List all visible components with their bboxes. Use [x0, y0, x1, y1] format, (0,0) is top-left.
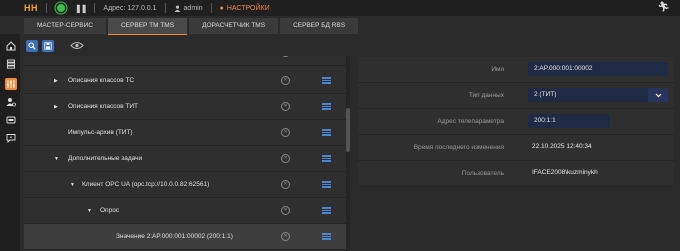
address-text: Адрес: 127.0.0.1 — [103, 4, 157, 12]
data-type-label: Тип данных — [468, 92, 504, 99]
user-name: admin — [183, 4, 203, 12]
tree-scrollbar[interactable] — [346, 56, 350, 251]
user-icon — [174, 4, 180, 12]
properties-panel: Имя 2:AP.000:001:00002 Тип данных 2 (ТИТ… — [358, 57, 674, 187]
name-label: Имя — [491, 66, 504, 73]
tree-row-label: Значение 2:AP.000:001:00002 (200:1:1) — [116, 233, 233, 240]
delete-icon[interactable]: ✕ — [281, 76, 290, 85]
left-sidebar — [0, 34, 20, 251]
menu-icon[interactable] — [322, 180, 331, 189]
tree-row[interactable]: Назначение ТИТ по устройству ✕ — [24, 56, 346, 66]
save-icon — [44, 42, 52, 50]
divider — [210, 3, 212, 13]
app-logo: HH — [24, 3, 38, 13]
property-row-name: Имя 2:AP.000:001:00002 — [358, 57, 674, 83]
tree-row[interactable]: ▶ Описания классов ТС ✕ — [24, 68, 346, 94]
chat-icon[interactable] — [5, 132, 17, 144]
tree-row[interactable]: ▼ Дополнительные задачи ✕ — [24, 146, 346, 172]
settings-dot-icon: ● — [219, 4, 224, 12]
tab-server-db[interactable]: СЕРВЕР БД RBS — [280, 18, 359, 34]
tree-row-label: Описания классов ТС — [68, 77, 135, 84]
card-icon[interactable] — [5, 114, 17, 126]
tree-toolbar — [26, 39, 84, 53]
search-icon — [28, 42, 36, 50]
menu-icon[interactable] — [322, 56, 331, 57]
data-type-select[interactable]: 2 (ТИТ) — [528, 88, 668, 102]
expand-arrow-icon[interactable]: ▶ — [54, 104, 58, 110]
search-button[interactable] — [26, 40, 38, 52]
visibility-toggle[interactable] — [70, 41, 84, 52]
user-label: Пользователь — [461, 170, 504, 177]
play-icon[interactable] — [57, 4, 65, 12]
divider — [164, 3, 166, 13]
eye-icon — [70, 41, 84, 49]
menu-icon[interactable] — [322, 128, 331, 137]
tree-row[interactable]: Импульс-архив (ТИТ) ✕ — [24, 120, 346, 146]
tree-row-label: Опрос — [100, 207, 120, 214]
tab-server-tm[interactable]: СЕРВЕР ТМ TMS — [107, 18, 188, 35]
tree-row[interactable]: ▶ Описания классов ТИТ ✕ — [24, 94, 346, 120]
collapse-arrow-icon[interactable]: ▼ — [87, 208, 92, 214]
address-field[interactable]: 200:1:1 — [528, 114, 610, 128]
delete-icon[interactable]: ✕ — [281, 56, 290, 57]
tree-view: Назначение ТИТ по устройству ✕ ▶ Описани… — [24, 56, 346, 251]
property-row-modified: Время последнего изменения 22.10.2025 12… — [358, 135, 674, 161]
pause-icon[interactable]: ❚❚ — [75, 4, 87, 13]
expand-arrow-icon[interactable]: ▶ — [54, 78, 58, 84]
save-button[interactable] — [42, 40, 54, 52]
menu-icon[interactable] — [322, 154, 331, 163]
delete-icon[interactable]: ✕ — [281, 232, 290, 241]
scrollbar-thumb[interactable] — [346, 108, 350, 152]
top-bar: HH ❚❚ Адрес: 127.0.0.1 admin ● НАСТРОЙКИ… — [0, 0, 680, 16]
tree-row-selected[interactable]: Значение 2:AP.000:001:00002 (200:1:1) ✕ — [24, 224, 346, 250]
delete-icon[interactable]: ✕ — [281, 154, 290, 163]
settings-label: НАСТРОЙКИ — [226, 4, 270, 12]
tree-row[interactable]: ▼ Клиент OPC UA (opc.tcp://10.0.0.82:625… — [24, 172, 346, 198]
address-label: Адрес телепараметра — [437, 118, 504, 125]
menu-icon[interactable] — [322, 102, 331, 111]
divider — [46, 3, 47, 13]
menu-icon[interactable] — [322, 76, 331, 85]
tree-row-label: Дополнительные задачи — [68, 155, 143, 162]
home-icon[interactable] — [5, 40, 17, 52]
property-row-address: Адрес телепараметра 200:1:1 — [358, 109, 674, 135]
property-row-type: Тип данных 2 (ТИТ) — [358, 83, 674, 109]
delete-icon[interactable]: ✕ — [281, 128, 290, 137]
name-field[interactable]: 2:AP.000:001:00002 — [528, 62, 668, 76]
tab-master-service[interactable]: МАСТЕР-СЕРВИС — [24, 18, 106, 34]
collapse-arrow-icon[interactable]: ▼ — [70, 182, 75, 188]
database-icon[interactable] — [5, 58, 17, 70]
modified-label: Время последнего изменения — [413, 144, 504, 151]
chevron-down-icon[interactable] — [648, 88, 668, 102]
menu-icon[interactable] — [322, 206, 331, 215]
address-value: 200:1:1 — [534, 117, 556, 124]
user-settings-icon[interactable] — [5, 96, 17, 108]
delete-icon[interactable]: ✕ — [281, 206, 290, 215]
delete-icon[interactable]: ✕ — [281, 180, 290, 189]
property-row-user: Пользователь IFACE2008\kuzminykh — [358, 161, 674, 187]
tree-row-label: Клиент OPC UA (opc.tcp://10.0.0.82:62561… — [82, 181, 210, 188]
settings-button[interactable]: ● НАСТРОЙКИ — [220, 5, 270, 12]
data-type-value: 2 (ТИТ) — [534, 91, 557, 98]
tab-bar: МАСТЕР-СЕРВИС СЕРВЕР ТМ TMS ДОРАСЧЕТЧИК … — [24, 18, 359, 35]
user-menu[interactable]: admin — [174, 5, 203, 12]
tree-row-label: Описания классов ТИТ — [68, 103, 139, 110]
run-icon[interactable]: 🏃︎ — [657, 2, 670, 13]
delete-icon[interactable]: ✕ — [281, 102, 290, 111]
modified-value: 22.10.2025 12:40:34 — [532, 143, 592, 150]
user-value: IFACE2008\kuzminykh — [532, 169, 598, 176]
tree-row-label: Импульс-архив (ТИТ) — [68, 129, 133, 136]
name-value: 2:AP.000:001:00002 — [534, 65, 593, 72]
menu-icon[interactable] — [322, 232, 331, 241]
tree-row[interactable]: ▼ Опрос ✕ — [24, 198, 346, 224]
divider — [94, 3, 96, 13]
sliders-icon[interactable] — [5, 78, 17, 90]
collapse-arrow-icon[interactable]: ▼ — [54, 156, 59, 162]
tab-dorascheitchik[interactable]: ДОРАСЧЕТЧИК TMS — [189, 18, 279, 34]
